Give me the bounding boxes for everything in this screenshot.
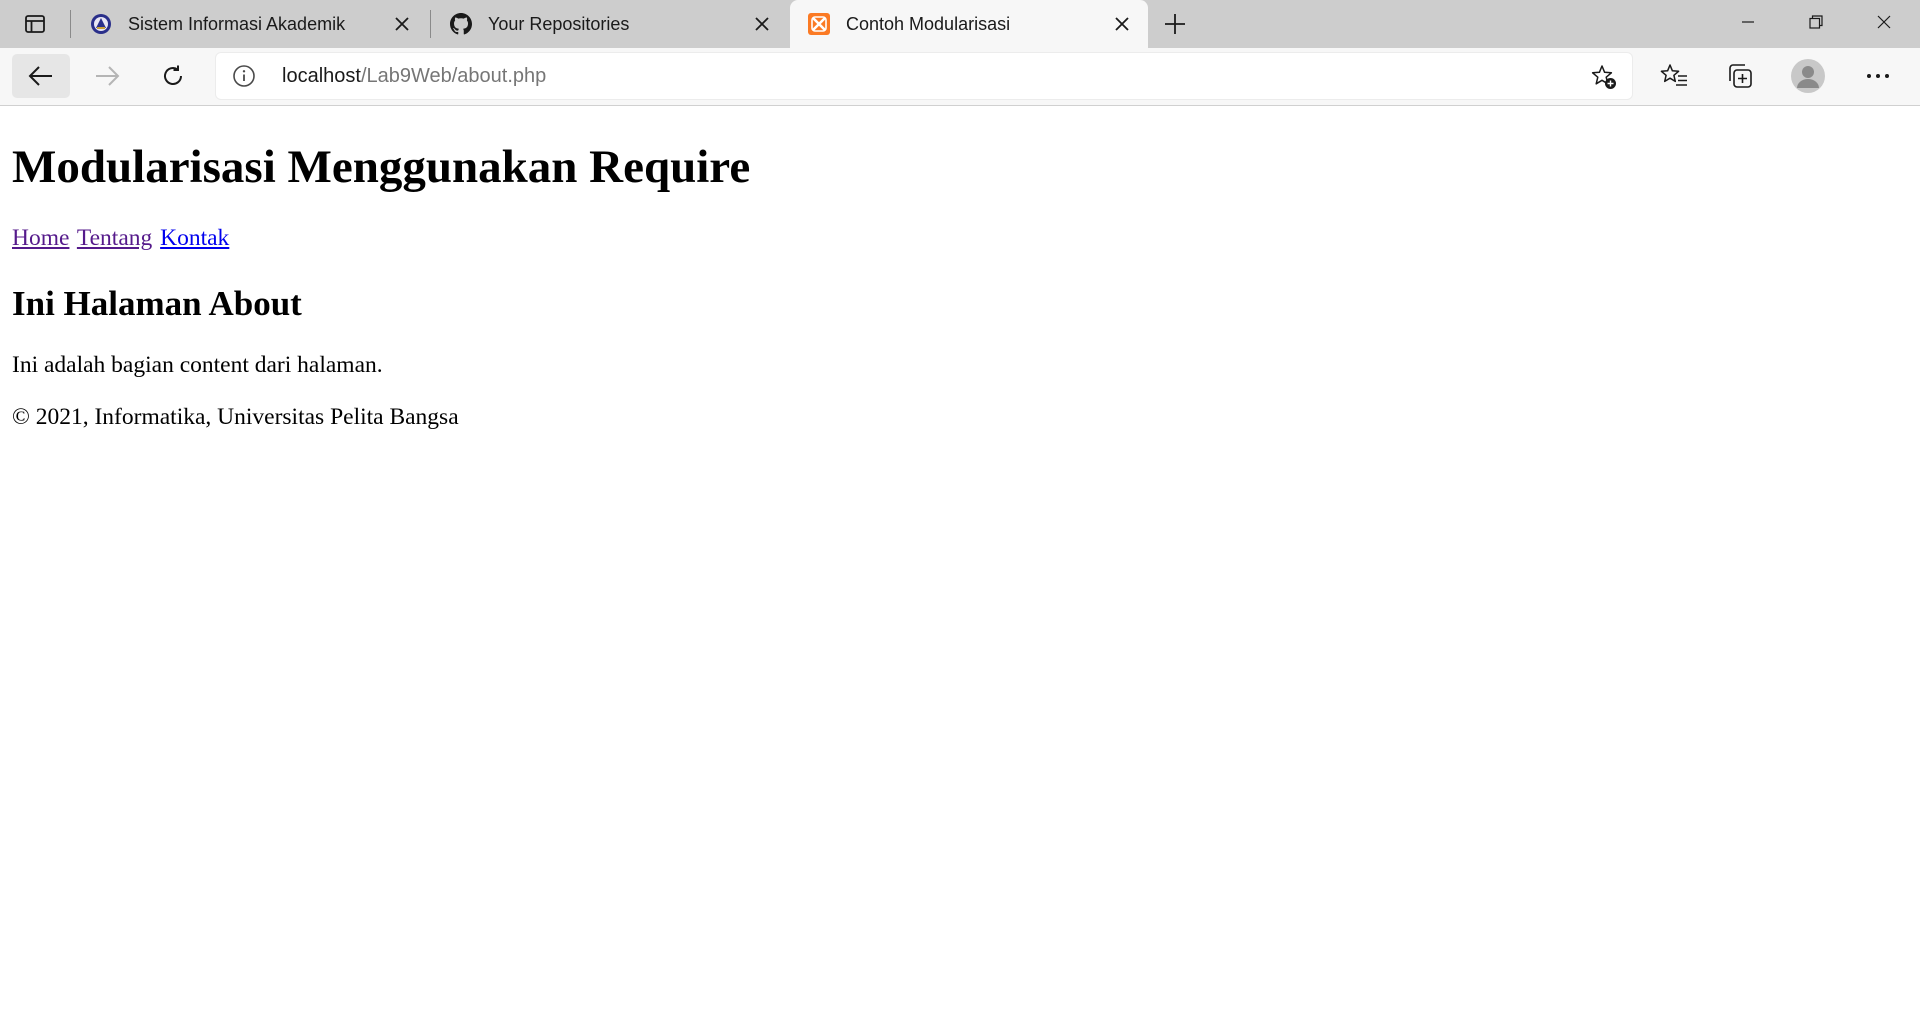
profile-button[interactable] (1782, 54, 1834, 98)
close-tab-button[interactable] (750, 12, 774, 36)
refresh-button[interactable] (144, 54, 202, 98)
tab-sistem-informasi-akademik[interactable]: Sistem Informasi Akademik (72, 0, 428, 48)
refresh-icon (164, 65, 182, 85)
url-path: /Lab9Web/about.php (360, 65, 547, 87)
tab-strip: Sistem Informasi Akademik Your Repositor… (0, 0, 1920, 48)
close-icon (1877, 15, 1891, 29)
star-add-icon (1591, 65, 1616, 89)
close-icon (1115, 17, 1129, 31)
plus-icon (1165, 14, 1185, 34)
tab-your-repositories[interactable]: Your Repositories (432, 0, 788, 48)
restore-icon (1809, 15, 1823, 29)
favorites-button[interactable] (1648, 54, 1700, 98)
site-info-button[interactable] (232, 64, 256, 88)
close-icon (395, 17, 409, 31)
university-seal-icon (90, 13, 112, 35)
tab-title: Your Repositories (488, 13, 630, 34)
address-bar[interactable]: localhost/Lab9Web/about.php (216, 53, 1632, 99)
collections-button[interactable] (1714, 54, 1766, 98)
settings-menu-button[interactable] (1852, 54, 1904, 98)
minimize-icon (1742, 21, 1754, 23)
close-tab-button[interactable] (1110, 12, 1134, 36)
minimize-button[interactable] (1714, 0, 1782, 44)
close-window-button[interactable] (1850, 0, 1918, 44)
back-button[interactable] (12, 54, 70, 98)
more-options-icon (1867, 74, 1889, 78)
nav-link-tentang[interactable]: Tentang (77, 225, 152, 251)
url-text[interactable]: localhost/Lab9Web/about.php (282, 65, 546, 88)
page-content: Modularisasi Menggunakan Require Home Te… (0, 107, 1920, 1019)
tab-title: Sistem Informasi Akademik (128, 13, 346, 34)
xampp-icon (808, 13, 830, 35)
nav-link-kontak[interactable]: Kontak (160, 225, 229, 251)
restore-button[interactable] (1782, 0, 1850, 44)
close-icon (755, 17, 769, 31)
tab-actions-button[interactable] (12, 9, 58, 39)
forward-button[interactable] (78, 54, 136, 98)
collections-icon (1729, 64, 1752, 88)
section-heading: Ini Halaman About (12, 284, 302, 323)
tab-actions-icon (25, 15, 45, 33)
footer-text: © 2021, Informatika, Universitas Pelita … (12, 404, 459, 430)
github-icon (450, 13, 472, 35)
tab-separator (430, 10, 431, 38)
content-text: Ini adalah bagian content dari halaman. (12, 352, 383, 378)
page-title: Modularisasi Menggunakan Require (12, 141, 751, 193)
new-tab-button[interactable] (1160, 9, 1190, 39)
add-favorite-button[interactable] (1590, 63, 1618, 91)
browser-toolbar: localhost/Lab9Web/about.php (0, 48, 1920, 106)
tab-title: Contoh Modularisasi (846, 13, 1011, 34)
info-icon (233, 65, 255, 87)
tab-contoh-modularisasi[interactable]: Contoh Modularisasi (790, 0, 1148, 48)
url-host: localhost (282, 65, 361, 87)
close-tab-button[interactable] (390, 12, 414, 36)
nav-link-home[interactable]: Home (12, 225, 69, 251)
back-arrow-icon (28, 66, 52, 86)
tab-separator (70, 10, 71, 38)
favorites-icon (1660, 64, 1687, 86)
avatar-icon (1791, 59, 1825, 93)
page-nav: Home Tentang Kontak (12, 225, 231, 252)
forward-arrow-icon (96, 66, 120, 86)
